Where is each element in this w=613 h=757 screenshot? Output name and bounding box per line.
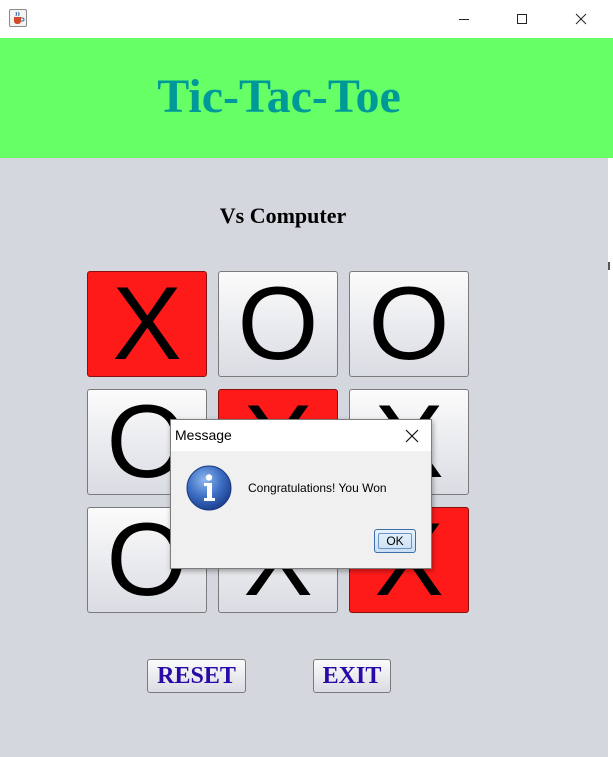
reset-button[interactable]: RESET [147,659,246,693]
board-cell-3[interactable]: O [349,271,469,377]
dialog-close-button[interactable] [393,420,431,451]
dialog-message: Congratulations! You Won [248,481,387,495]
dialog-title: Message [175,427,232,443]
java-cup-icon [9,9,27,27]
close-button[interactable] [558,0,604,38]
header-banner: Tic-Tac-Toe [0,38,613,158]
window-titlebar [0,0,613,39]
info-icon [185,464,233,512]
close-icon [575,13,587,25]
close-icon [405,429,419,442]
board-cell-2[interactable]: O [218,271,338,377]
exit-button[interactable]: EXIT [313,659,391,693]
minimize-icon [459,19,469,20]
app-title: Tic-Tac-Toe [157,70,401,123]
message-dialog: Message Congratulations! You Won OK [170,419,432,569]
board-cell-1[interactable]: X [87,271,207,377]
window-edge-mark [608,262,610,270]
dialog-titlebar[interactable]: Message [171,420,431,451]
mode-label: Vs Computer [219,203,347,228]
maximize-button[interactable] [499,0,545,38]
maximize-icon [517,14,527,24]
window-right-edge [608,158,613,757]
minimize-button[interactable] [441,0,487,38]
ok-button[interactable]: OK [374,529,416,553]
